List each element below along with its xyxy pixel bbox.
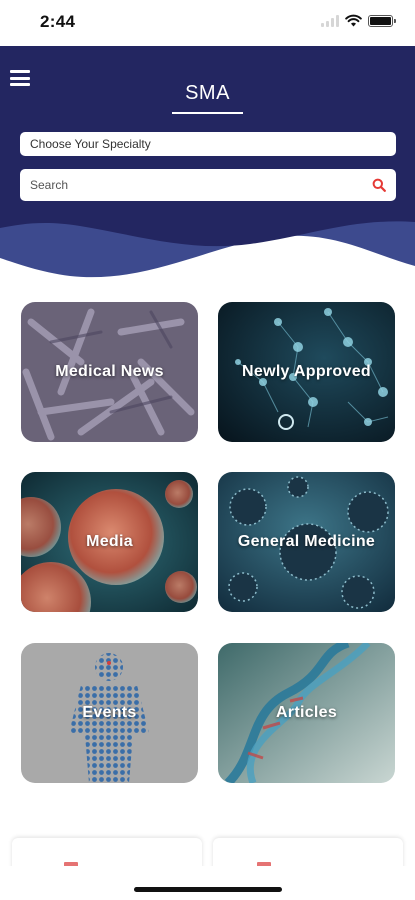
tile-newly-approved[interactable]: Newly Approved bbox=[218, 302, 395, 442]
tile-label: Media bbox=[86, 533, 133, 550]
tile-label: Articles bbox=[275, 704, 338, 721]
search-icon[interactable] bbox=[372, 178, 386, 192]
tile-articles[interactable]: Articles bbox=[218, 643, 395, 783]
tile-media[interactable]: Media bbox=[21, 472, 198, 612]
specialty-select[interactable]: Choose Your Specialty bbox=[20, 132, 396, 156]
tile-label: Medical News bbox=[55, 363, 164, 380]
status-time: 2:44 bbox=[40, 12, 76, 31]
search-input[interactable] bbox=[20, 169, 350, 201]
app-title: SMA bbox=[185, 82, 230, 104]
search-bar bbox=[20, 169, 396, 201]
wifi-icon bbox=[345, 14, 362, 27]
tile-label: Events bbox=[82, 704, 137, 721]
tile-label: Newly Approved bbox=[242, 363, 371, 380]
home-indicator[interactable] bbox=[134, 887, 282, 892]
signal-icon bbox=[321, 14, 339, 27]
tile-events[interactable]: Events bbox=[21, 643, 198, 783]
title-underline bbox=[172, 112, 243, 114]
status-bar: 2:44 bbox=[0, 0, 415, 46]
tile-label: General Medicine bbox=[237, 533, 376, 550]
home-area bbox=[0, 866, 415, 900]
tile-medical-news[interactable]: Medical News bbox=[21, 302, 198, 442]
tile-general-medicine[interactable]: General Medicine bbox=[218, 472, 395, 612]
status-icons bbox=[321, 14, 396, 27]
battery-icon bbox=[368, 14, 396, 27]
app-header: SMA Choose Your Specialty bbox=[0, 46, 415, 296]
